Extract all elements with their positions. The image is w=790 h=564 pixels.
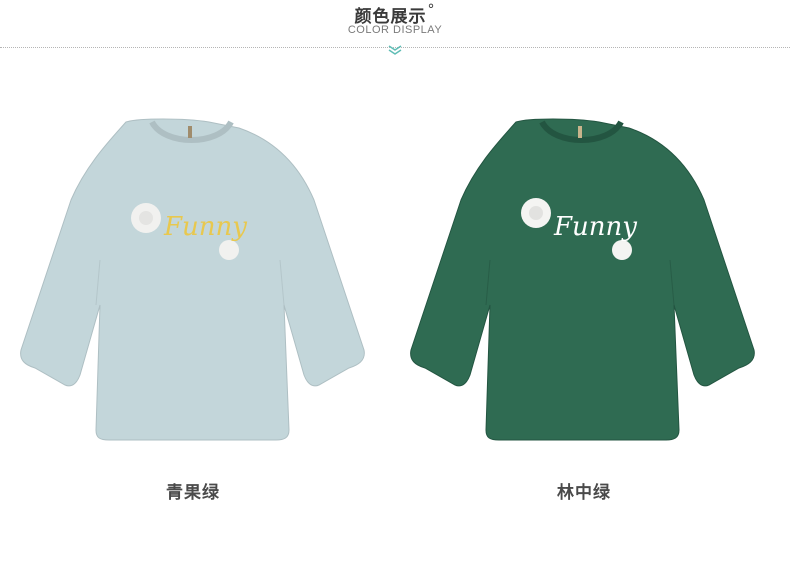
tshirt-tag: [188, 126, 192, 138]
tshirt-body: [20, 118, 365, 441]
tshirt-print-text: Funny: [163, 212, 247, 242]
color-name-label: 青果绿: [166, 483, 220, 503]
section-subtitle: COLOR DISPLAY: [347, 24, 443, 36]
section-header: 颜色展示° COLOR DISPLAY: [0, 0, 790, 60]
tshirt-body: [410, 118, 755, 441]
tshirt-tag: [578, 126, 582, 138]
color-name-label: 林中绿: [557, 483, 611, 503]
tshirt-illustration: Funny: [410, 118, 755, 441]
tshirt-print-text: Funny: [553, 212, 637, 242]
double-chevron-down-icon: [388, 45, 402, 55]
section-title-mark: °: [427, 2, 436, 18]
tshirt-illustration: Funny: [20, 118, 365, 441]
product-image-dark-green[interactable]: Funny: [404, 110, 764, 450]
product-image-light-green[interactable]: Funny: [14, 110, 374, 450]
